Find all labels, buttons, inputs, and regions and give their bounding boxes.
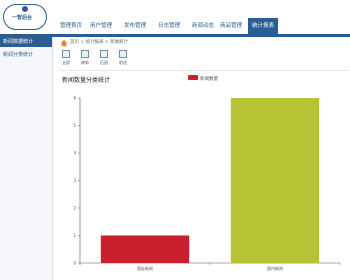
y-tick-label: 1 [73, 233, 76, 238]
y-tick-label: 0 [73, 261, 76, 266]
y-tick-label: 3 [73, 178, 76, 183]
refresh-icon [81, 50, 89, 58]
y-tick-label: 6 [73, 96, 76, 101]
y-tick-label: 4 [73, 151, 76, 156]
news-category-chart: 新闻数量分类统计 新闻数量 0 1 2 3 4 5 6 国际新闻 国内新闻 [62, 75, 341, 271]
chart-bars [100, 98, 320, 263]
sidebar-item-news-stats[interactable]: 新闻数据统计 [0, 37, 52, 47]
main-nav: 管理首页 用户管理 发布管理 日志管理 新闻动态 商品管理 统计报表 [56, 18, 350, 35]
grid-icon [62, 50, 70, 58]
x-tick-label: 国际新闻 [137, 265, 153, 271]
y-tick-label: 5 [73, 123, 76, 128]
nav-item-publish[interactable]: 发布管理 [120, 18, 150, 35]
forward-icon [119, 50, 127, 58]
bar-2 [230, 98, 320, 263]
logo: 一智后台 [3, 4, 47, 30]
toolbar-forward-button[interactable]: 前进 [115, 49, 131, 66]
nav-item-products[interactable]: 商品管理 [216, 18, 246, 35]
header: 一智后台 管理首页 用户管理 发布管理 日志管理 新闻动态 商品管理 统计报表 [0, 0, 350, 35]
nav-item-users[interactable]: 用户管理 [86, 18, 116, 35]
nav-item-reports[interactable]: 统计报表 [248, 18, 279, 35]
toolbar-back-button[interactable]: 后退 [96, 49, 112, 66]
toolbar-refresh-button[interactable]: 刷新 [77, 49, 93, 66]
toolbar-forward-label: 前进 [119, 60, 127, 65]
nav-item-logs[interactable]: 日志管理 [154, 18, 184, 35]
chart-title: 新闻数量分类统计 [62, 76, 110, 84]
toolbar-back-label: 后退 [100, 60, 108, 65]
breadcrumb: 首页 > 统计报表 > 新闻统计 [70, 40, 129, 45]
toolbar-all-button[interactable]: 全部 [58, 49, 74, 66]
bar-1 [100, 235, 190, 263]
nav-item-home[interactable]: 管理首页 [56, 18, 86, 35]
logo-text: 一智后台 [12, 15, 33, 21]
legend-swatch [188, 75, 198, 80]
toolbar-all-label: 全部 [62, 60, 70, 65]
logo-mark-icon [22, 6, 28, 12]
home-icon[interactable] [60, 39, 68, 47]
nav-item-news[interactable]: 新闻动态 [188, 18, 218, 35]
legend-label: 新闻数量 [200, 75, 218, 82]
y-tick-label: 2 [73, 206, 76, 211]
sidebar-item-category-stats[interactable]: 新闻分类统计 [0, 50, 52, 60]
toolbar-refresh-label: 刷新 [81, 60, 89, 65]
toolbar-divider [58, 70, 348, 71]
x-tick-label: 国内新闻 [267, 265, 283, 271]
sidebar: 新闻数据统计 新闻分类统计 [0, 37, 53, 280]
back-icon [100, 50, 108, 58]
